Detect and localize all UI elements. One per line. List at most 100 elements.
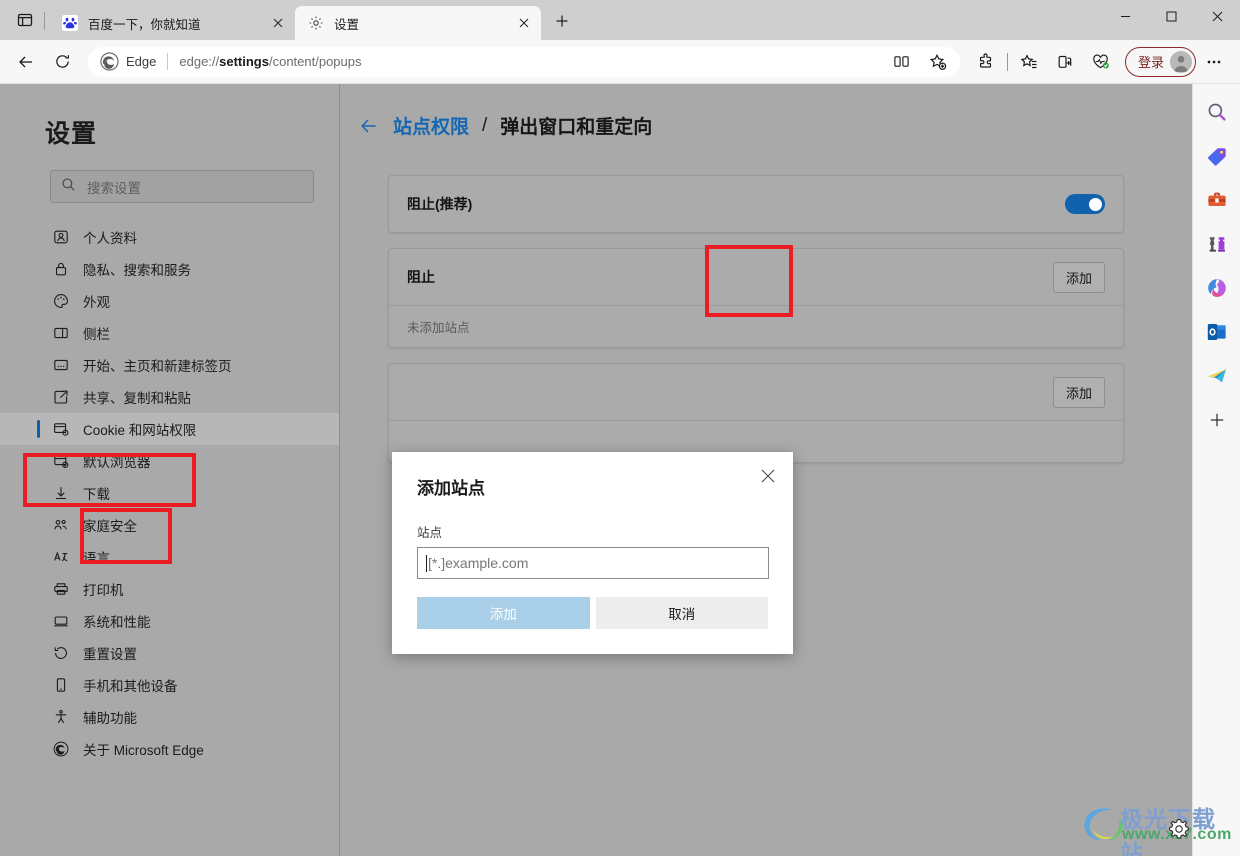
sidebar-item-family[interactable]: 家庭安全 — [0, 509, 339, 541]
sidebar-item-label: 系统和性能 — [83, 615, 151, 630]
sidebar-item-label: 默认浏览器 — [83, 455, 151, 470]
sidebar-item-startpage[interactable]: 开始、主页和新建标签页 — [0, 349, 339, 381]
close-window-button[interactable] — [1194, 0, 1240, 32]
sidebar-item-default-browser[interactable]: 默认浏览器 — [0, 445, 339, 477]
more-options-icon[interactable] — [1198, 46, 1230, 78]
row-right — [1065, 194, 1105, 214]
settings-page: 设置 搜索设置 个人资料 隐私、搜索和服务 外观 侧栏 开始、主页和新建标签页 … — [0, 84, 1192, 856]
close-icon[interactable] — [513, 12, 535, 34]
new-tab-button[interactable] — [547, 6, 577, 36]
baidu-icon — [61, 14, 79, 32]
sidebar-item-share[interactable]: 共享、复制和粘贴 — [0, 381, 339, 413]
address-bar[interactable]: Edge edge://settings/content/popups — [88, 46, 960, 78]
tools-toolbox-icon[interactable] — [1201, 184, 1233, 216]
default-browser-icon — [52, 452, 70, 470]
sidebar-item-reset[interactable]: 重置设置 — [0, 637, 339, 669]
collections-icon[interactable] — [1013, 46, 1045, 78]
maximize-button[interactable] — [1148, 0, 1194, 32]
signin-button[interactable]: 登录 — [1124, 46, 1196, 77]
dialog-confirm-button[interactable]: 添加 — [417, 597, 590, 629]
sidebar-item-profile[interactable]: 个人资料 — [0, 221, 339, 253]
window-controls — [1102, 0, 1240, 32]
browser-tab-settings[interactable]: 设置 — [295, 6, 541, 40]
titlebar: 百度一下，你就知道 设置 — [0, 0, 1240, 40]
add-tab-group-icon[interactable] — [1049, 46, 1081, 78]
dialog-cancel-button[interactable]: 取消 — [595, 597, 768, 629]
close-icon[interactable] — [753, 461, 783, 491]
sidebar-item-privacy[interactable]: 隐私、搜索和服务 — [0, 253, 339, 285]
block-list-label: 阻止 — [407, 269, 435, 285]
sidebar-item-cookies[interactable]: Cookie 和网站权限 — [0, 413, 339, 445]
block-popups-toggle[interactable] — [1065, 194, 1105, 214]
edge-sidebar — [1192, 84, 1240, 856]
search-icon[interactable] — [1201, 96, 1233, 128]
avatar — [1170, 50, 1192, 73]
sidebar-item-phone-devices[interactable]: 手机和其他设备 — [0, 669, 339, 701]
add-site-button-block[interactable]: 添加 — [1052, 261, 1105, 293]
sidebar-item-accessibility[interactable]: 辅助功能 — [0, 701, 339, 733]
palette-icon — [52, 292, 70, 310]
telegram-icon[interactable] — [1201, 360, 1233, 392]
settings-nav-list: 个人资料 隐私、搜索和服务 外观 侧栏 开始、主页和新建标签页 共享、复制和粘贴… — [0, 221, 339, 765]
omnibox-divider — [167, 53, 169, 70]
add-sidebar-app-icon[interactable] — [1201, 404, 1233, 436]
refresh-icon[interactable] — [46, 46, 78, 78]
settings-sidebar: 设置 搜索设置 个人资料 隐私、搜索和服务 外观 侧栏 开始、主页和新建标签页 … — [0, 84, 340, 856]
start-page-icon — [52, 356, 70, 374]
language-icon — [52, 548, 70, 566]
edge-logo-icon — [100, 52, 119, 71]
sidebar-item-system[interactable]: 系统和性能 — [0, 605, 339, 637]
sidebar-item-label: 侧栏 — [83, 327, 110, 342]
microsoft365-icon[interactable] — [1201, 272, 1233, 304]
browser-tab-baidu[interactable]: 百度一下，你就知道 — [49, 6, 295, 40]
sidebar-item-downloads[interactable]: 下载 — [0, 477, 339, 509]
sidebar-item-about-edge[interactable]: 关于 Microsoft Edge — [0, 733, 339, 765]
site-input[interactable]: [*.]example.com — [417, 547, 769, 579]
tab-divider — [44, 12, 45, 30]
url-bold: settings — [219, 54, 269, 69]
back-arrow-icon[interactable] — [358, 115, 380, 137]
page-wrap: 设置 搜索设置 个人资料 隐私、搜索和服务 外观 侧栏 开始、主页和新建标签页 … — [0, 84, 1240, 856]
sidebar-item-sidebar[interactable]: 侧栏 — [0, 317, 339, 349]
close-icon[interactable] — [267, 12, 289, 34]
block-recommended-label: 阻止(推荐) — [407, 196, 473, 212]
sidebar-item-label: 打印机 — [83, 583, 124, 598]
printer-icon — [52, 580, 70, 598]
sidebar-icon — [52, 324, 70, 342]
allow-list-card: 添加 — [388, 363, 1124, 463]
browser-essentials-icon[interactable] — [1085, 46, 1117, 78]
breadcrumb-parent-link[interactable]: 站点权限 — [393, 112, 469, 139]
tab-actions-icon[interactable] — [8, 4, 42, 36]
sidebar-item-appearance[interactable]: 外观 — [0, 285, 339, 317]
breadcrumb: 站点权限 / 弹出窗口和重定向 — [358, 112, 1192, 139]
sidebar-item-printers[interactable]: 打印机 — [0, 573, 339, 605]
split-screen-icon[interactable] — [886, 46, 918, 78]
edge-logo-icon — [52, 740, 70, 758]
block-list-card: 阻止 添加 未添加站点 — [388, 248, 1124, 348]
phone-devices-icon — [52, 676, 70, 694]
family-safety-icon — [52, 516, 70, 534]
download-icon — [52, 484, 70, 502]
extensions-icon[interactable] — [970, 46, 1002, 78]
minimize-button[interactable] — [1102, 0, 1148, 32]
outlook-icon[interactable] — [1201, 316, 1233, 348]
tab-title: 设置 — [334, 17, 360, 32]
sidebar-item-languages[interactable]: 语言 — [0, 541, 339, 573]
toolbar-divider — [1006, 52, 1008, 71]
sidebar-item-label: 语言 — [83, 551, 110, 566]
search-icon — [61, 177, 76, 197]
games-icon[interactable] — [1201, 228, 1233, 260]
url-suffix: /content/popups — [268, 54, 362, 69]
add-site-button-allow[interactable]: 添加 — [1052, 376, 1105, 408]
sidebar-item-label: 关于 Microsoft Edge — [83, 743, 204, 758]
sidebar-item-label: 家庭安全 — [83, 519, 137, 534]
breadcrumb-current: 弹出窗口和重定向 — [500, 117, 653, 138]
system-performance-icon — [52, 612, 70, 630]
search-input[interactable]: 搜索设置 — [50, 170, 314, 203]
tabstrip: 百度一下，你就知道 设置 — [49, 0, 577, 40]
add-favorite-icon[interactable] — [922, 46, 954, 78]
back-arrow-icon[interactable] — [10, 46, 42, 78]
reset-icon — [52, 644, 70, 662]
sidebar-item-label: 重置设置 — [83, 647, 137, 662]
shopping-tag-icon[interactable] — [1201, 140, 1233, 172]
